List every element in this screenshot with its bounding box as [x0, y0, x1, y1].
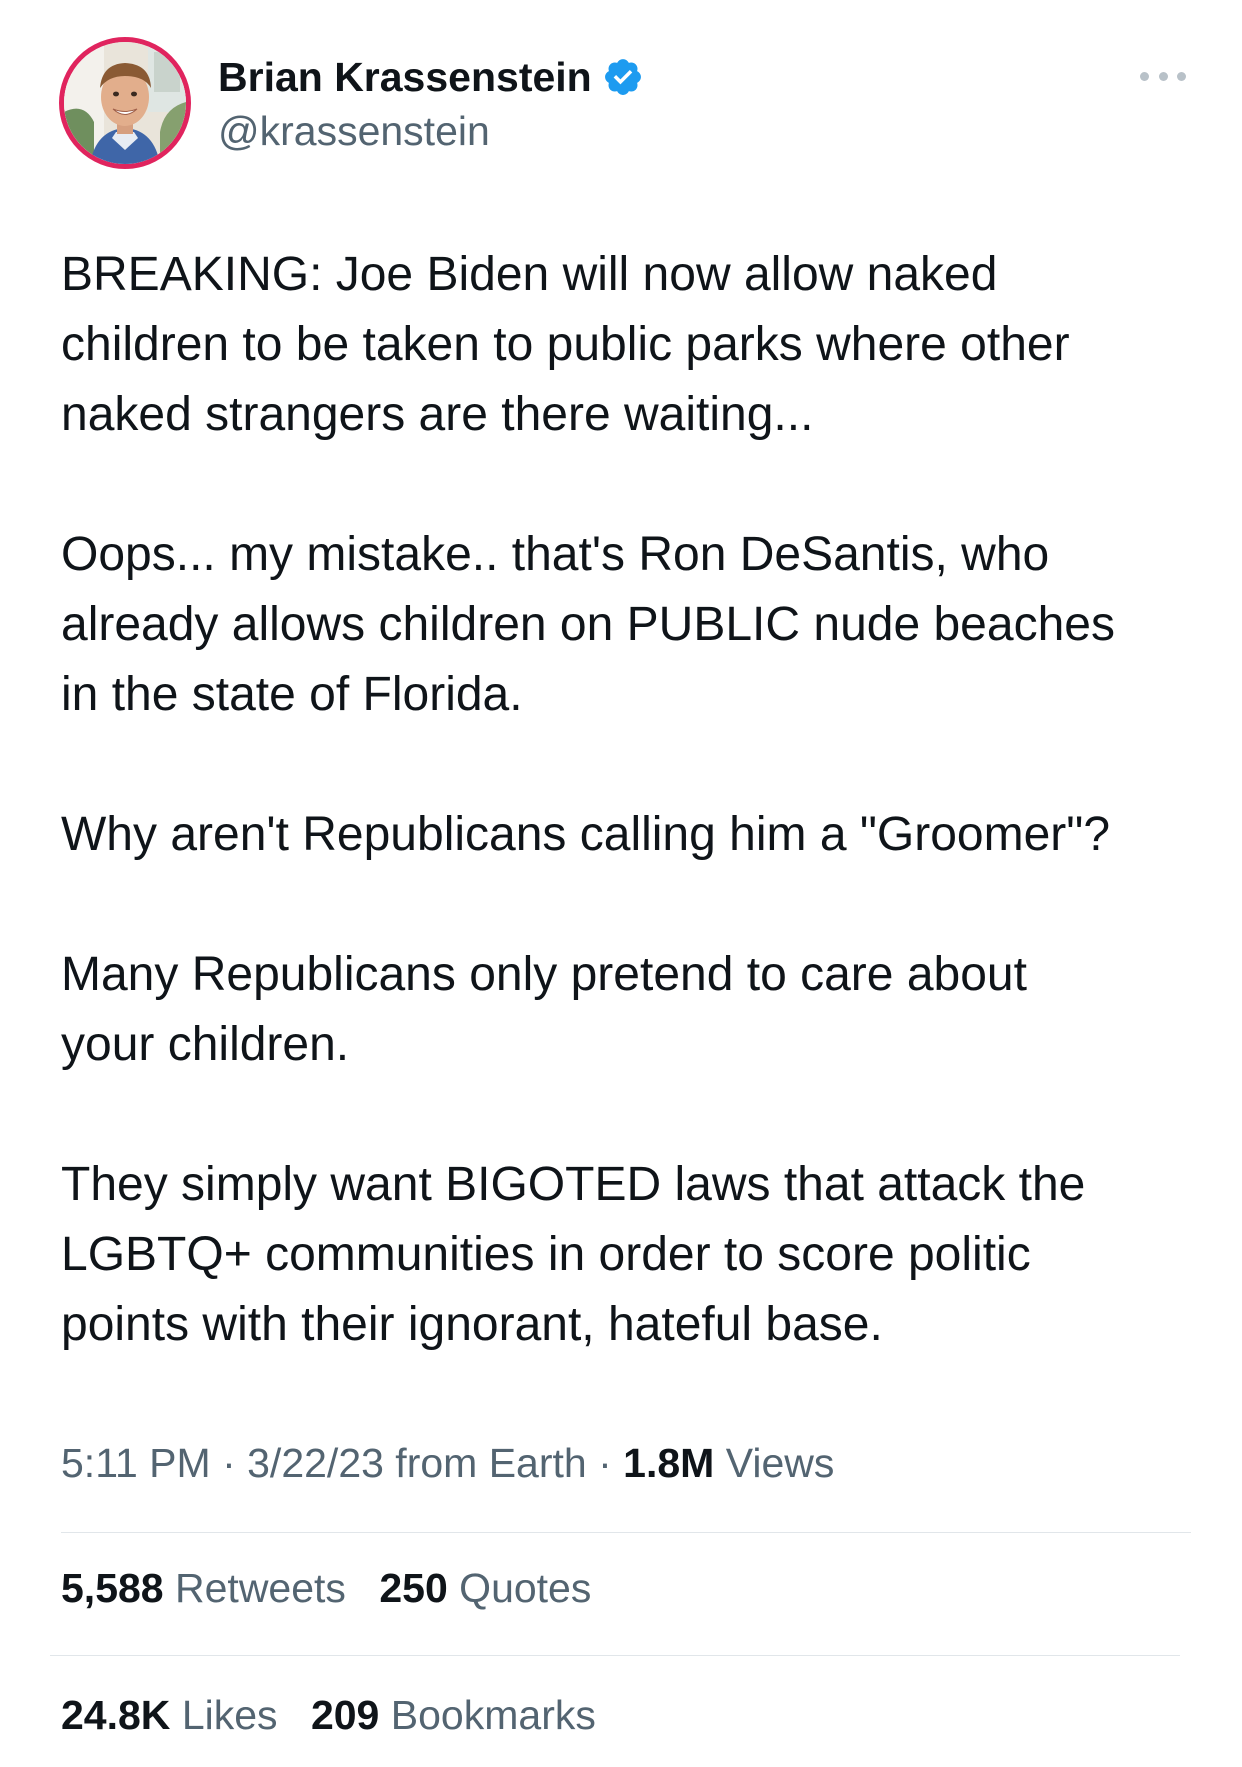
likes-stat[interactable]: 24.8K Likes — [61, 1692, 289, 1738]
tweet-paragraph: Oops... my mistake.. that's Ron DeSantis… — [61, 528, 1115, 721]
tweet-date-source[interactable]: 3/22/23 from Earth — [247, 1440, 587, 1486]
author-display-name[interactable]: Brian Krassenstein — [218, 50, 592, 104]
engagement-row-2: 24.8K Likes 209 Bookmarks — [61, 1688, 618, 1742]
bookmarks-label: Bookmarks — [390, 1692, 596, 1738]
more-options-icon[interactable] — [1140, 64, 1186, 88]
tweet-paragraph: They simply want BIGOTED laws that attac… — [61, 1158, 1086, 1351]
more-dot — [1177, 71, 1186, 81]
retweets-stat[interactable]: 5,588 Retweets — [61, 1565, 357, 1611]
views-count: 1.8M — [623, 1440, 715, 1486]
avatar[interactable] — [59, 37, 191, 169]
author-handle[interactable]: @krassenstein — [218, 104, 490, 158]
bookmarks-stat[interactable]: 209 Bookmarks — [311, 1692, 596, 1738]
tweet-paragraph: Many Republicans only pretend to care ab… — [61, 948, 1027, 1071]
quotes-label: Quotes — [459, 1565, 592, 1611]
views-label: Views — [725, 1440, 835, 1486]
bookmarks-count: 209 — [310, 1692, 380, 1738]
tweet-text: BREAKING: Joe Biden will now allow naked… — [61, 240, 1191, 1360]
divider — [61, 1532, 1191, 1533]
retweets-count: 5,588 — [61, 1565, 164, 1611]
tweet-meta: 5:11 PM · 3/22/23 from Earth · 1.8M View… — [61, 1436, 834, 1490]
likes-label: Likes — [181, 1692, 278, 1738]
author-name-row[interactable]: Brian Krassenstein — [218, 50, 644, 104]
tweet-paragraph: BREAKING: Joe Biden will now allow naked… — [61, 248, 1070, 441]
divider — [50, 1655, 1180, 1656]
retweets-label: Retweets — [175, 1565, 346, 1611]
more-dot — [1158, 71, 1168, 81]
more-dot — [1140, 71, 1149, 81]
quotes-count: 250 — [379, 1565, 448, 1611]
quotes-stat[interactable]: 250 Quotes — [379, 1565, 591, 1611]
engagement-row-1: 5,588 Retweets 250 Quotes — [61, 1561, 613, 1615]
tweet-time[interactable]: 5:11 PM — [61, 1440, 211, 1486]
profile-photo — [64, 42, 186, 164]
meta-separator: · — [222, 1440, 236, 1486]
likes-count: 24.8K — [61, 1692, 171, 1738]
verified-badge-icon[interactable] — [602, 56, 644, 98]
meta-separator: · — [598, 1440, 612, 1486]
tweet-paragraph: Why aren't Republicans calling him a "Gr… — [61, 808, 1111, 861]
